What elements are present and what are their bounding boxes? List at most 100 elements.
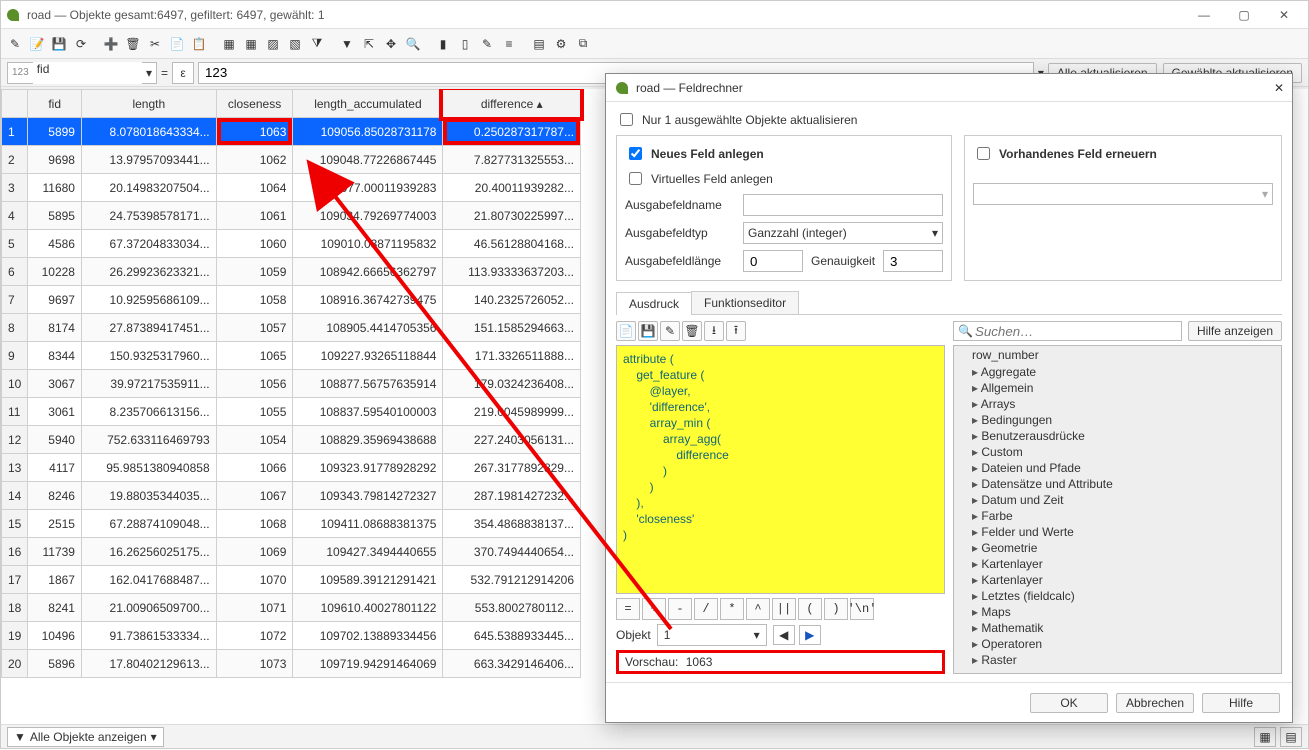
data-cell[interactable]: 1071: [216, 594, 293, 622]
table-row[interactable]: 1130618.235706613156...1055108837.595401…: [2, 398, 581, 426]
data-cell[interactable]: 67.37204833034...: [81, 230, 216, 258]
function-group[interactable]: Dateien und Pfade: [954, 460, 1281, 476]
row-number-cell[interactable]: 19: [2, 622, 28, 650]
table-row[interactable]: 98344150.9325317960...1065109227.9326511…: [2, 342, 581, 370]
row-number-cell[interactable]: 17: [2, 566, 28, 594]
data-cell[interactable]: 3067: [28, 370, 82, 398]
data-cell[interactable]: 8.078018643334...: [81, 118, 216, 146]
data-cell[interactable]: 171.3326511888...: [443, 342, 581, 370]
row-number-cell[interactable]: 16: [2, 538, 28, 566]
data-cell[interactable]: 287.1981427232...: [443, 482, 581, 510]
data-cell[interactable]: 5895: [28, 202, 82, 230]
data-cell[interactable]: 8174: [28, 314, 82, 342]
data-cell[interactable]: 5899: [28, 118, 82, 146]
select-all-icon[interactable]: ▦: [241, 34, 261, 54]
data-cell[interactable]: 39.97217535911...: [81, 370, 216, 398]
data-cell[interactable]: 1070: [216, 566, 293, 594]
data-cell[interactable]: 1059: [216, 258, 293, 286]
data-cell[interactable]: 13.97957093441...: [81, 146, 216, 174]
data-cell[interactable]: 1867: [28, 566, 82, 594]
dialog-close-button[interactable]: ✕: [1274, 81, 1284, 95]
function-group[interactable]: Mathematik: [954, 620, 1281, 636]
row-header-blank[interactable]: [2, 90, 28, 118]
data-cell[interactable]: 4586: [28, 230, 82, 258]
table-row[interactable]: 171867162.0417688487...1070109589.391212…: [2, 566, 581, 594]
data-cell[interactable]: 91.73861533334...: [81, 622, 216, 650]
row-number-cell[interactable]: 14: [2, 482, 28, 510]
show-all-features-selector[interactable]: ▼ Alle Objekte anzeigen ▾: [7, 727, 164, 747]
data-cell[interactable]: 109227.93265118844: [293, 342, 443, 370]
next-object-button[interactable]: ▶: [799, 625, 821, 645]
row-number-cell[interactable]: 8: [2, 314, 28, 342]
cancel-button[interactable]: Abbrechen: [1116, 693, 1194, 713]
row-number-cell[interactable]: 11: [2, 398, 28, 426]
col-length-accumulated[interactable]: length_accumulated: [293, 90, 443, 118]
data-cell[interactable]: 26.29923623321...: [81, 258, 216, 286]
row-number-cell[interactable]: 15: [2, 510, 28, 538]
minimize-button[interactable]: —: [1184, 3, 1224, 27]
only-selected-checkbox[interactable]: Nur 1 ausgewählte Objekte aktualisieren: [616, 110, 1282, 129]
table-row[interactable]: 61022826.29923623321...1059108942.666563…: [2, 258, 581, 286]
data-cell[interactable]: 354.4868838137...: [443, 510, 581, 538]
dock-icon[interactable]: ⧉: [573, 34, 593, 54]
data-cell[interactable]: 109411.08688381375: [293, 510, 443, 538]
function-group[interactable]: Bedingungen: [954, 412, 1281, 428]
data-cell[interactable]: 113.93333637203...: [443, 258, 581, 286]
row-number-cell[interactable]: 13: [2, 454, 28, 482]
output-type-select[interactable]: Ganzzahl (integer)▾: [743, 222, 943, 244]
row-number-cell[interactable]: 20: [2, 650, 28, 678]
save-expr-icon[interactable]: 💾: [638, 321, 658, 341]
data-cell[interactable]: 109077.00011939283: [293, 174, 443, 202]
data-cell[interactable]: 370.7494440654...: [443, 538, 581, 566]
data-cell[interactable]: 1067: [216, 482, 293, 510]
row-number-cell[interactable]: 5: [2, 230, 28, 258]
function-group[interactable]: Datum und Zeit: [954, 492, 1281, 508]
function-group[interactable]: Kartenlayer: [954, 556, 1281, 572]
data-cell[interactable]: 67.28874109048...: [81, 510, 216, 538]
rename-column-icon[interactable]: ✎: [477, 34, 497, 54]
row-number-cell[interactable]: 1: [2, 118, 28, 146]
row-number-cell[interactable]: 18: [2, 594, 28, 622]
data-cell[interactable]: 140.2325726052...: [443, 286, 581, 314]
data-cell[interactable]: 645.5388933445...: [443, 622, 581, 650]
data-cell[interactable]: 108905.4414705356: [293, 314, 443, 342]
function-search-input[interactable]: [973, 323, 1177, 340]
data-cell[interactable]: 8246: [28, 482, 82, 510]
save-edits-icon[interactable]: 💾: [49, 34, 69, 54]
data-cell[interactable]: 109702.13889334456: [293, 622, 443, 650]
function-group[interactable]: Operatoren: [954, 636, 1281, 652]
data-cell[interactable]: 2515: [28, 510, 82, 538]
expression-editor[interactable]: attribute ( get_feature ( @layer, 'diffe…: [616, 345, 945, 594]
pan-to-icon[interactable]: ✥: [381, 34, 401, 54]
data-cell[interactable]: 663.3429146406...: [443, 650, 581, 678]
virtual-field-checkbox[interactable]: Virtuelles Feld anlegen: [625, 169, 943, 188]
operator-button[interactable]: '\n': [850, 598, 874, 620]
data-cell[interactable]: 27.87389417451...: [81, 314, 216, 342]
delete-feature-icon[interactable]: 🗑: [123, 34, 143, 54]
function-group[interactable]: Benutzerausdrücke: [954, 428, 1281, 444]
data-cell[interactable]: 108837.59540100003: [293, 398, 443, 426]
data-cell[interactable]: 109610.40027801122: [293, 594, 443, 622]
table-row[interactable]: 15251567.28874109048...1068109411.086883…: [2, 510, 581, 538]
paste-icon[interactable]: 📋: [189, 34, 209, 54]
help-button[interactable]: Hilfe: [1202, 693, 1280, 713]
data-cell[interactable]: 109010.03871195832: [293, 230, 443, 258]
data-cell[interactable]: 109034.79269774003: [293, 202, 443, 230]
data-cell[interactable]: 553.8002780112...: [443, 594, 581, 622]
edit-pencil-icon[interactable]: ✎: [5, 34, 25, 54]
data-cell[interactable]: 3061: [28, 398, 82, 426]
data-cell[interactable]: 95.9851380940858: [81, 454, 216, 482]
output-length-input[interactable]: [743, 250, 803, 272]
operator-button[interactable]: ^: [746, 598, 770, 620]
data-cell[interactable]: 151.1585294663...: [443, 314, 581, 342]
operator-button[interactable]: ): [824, 598, 848, 620]
data-cell[interactable]: 19.88035344035...: [81, 482, 216, 510]
table-row[interactable]: 5458667.37204833034...1060109010.0387119…: [2, 230, 581, 258]
filter-select-icon[interactable]: ⧩: [307, 34, 327, 54]
data-cell[interactable]: 21.00906509700...: [81, 594, 216, 622]
table-row[interactable]: 125940752.6331164697931054108829.3596943…: [2, 426, 581, 454]
data-cell[interactable]: 21.80730225997...: [443, 202, 581, 230]
table-row[interactable]: 4589524.75398578171...1061109034.7926977…: [2, 202, 581, 230]
operator-button[interactable]: -: [668, 598, 692, 620]
data-cell[interactable]: 532.791212914206: [443, 566, 581, 594]
